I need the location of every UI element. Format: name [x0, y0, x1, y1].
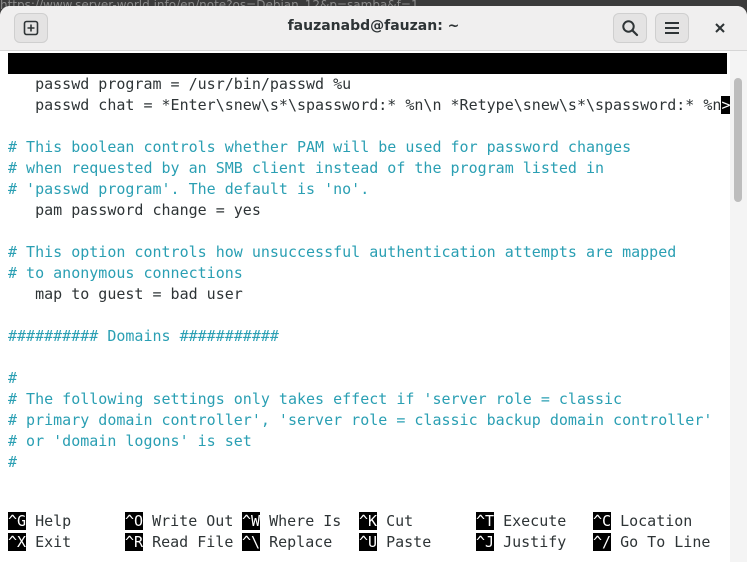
comment-line: #	[8, 452, 17, 473]
config-line: map to guest = bad user	[8, 284, 243, 305]
shortcut-label: Write Out	[143, 512, 234, 530]
scrollbar[interactable]	[730, 51, 747, 562]
nano-header-bar: GNU nano 7.2 /etc/samba/smb.conf *	[8, 53, 727, 114]
close-icon	[715, 23, 725, 33]
terminal-window: fauzanabd@fauzan: ~ GNU nano 7.2 /etc/sa…	[0, 6, 747, 562]
comment-line: ########## Domains ###########	[8, 326, 279, 347]
line-text: # This boolean controls whether PAM will…	[8, 138, 632, 156]
config-line: passwd chat = *Enter\snew\s*\spassword:*…	[8, 95, 731, 116]
search-button[interactable]	[613, 13, 647, 43]
line-text: #	[8, 369, 18, 387]
title-bar: fauzanabd@fauzan: ~	[0, 6, 747, 51]
comment-line: # 'passwd program'. The default is 'no'.	[8, 179, 369, 200]
line-text: # when requested by an SMB client instea…	[8, 159, 605, 177]
shortcut-replace[interactable]: ^\ Replace	[242, 532, 332, 553]
shortcut-key: ^X	[8, 533, 27, 551]
line-text: #	[8, 453, 18, 471]
comment-line: # This option controls how unsuccessful …	[8, 242, 676, 263]
line-text: # This option controls how unsuccessful …	[8, 243, 677, 261]
menu-button[interactable]	[655, 13, 689, 43]
shortcut-paste[interactable]: ^U Paste	[359, 532, 431, 553]
shortcut-key: ^W	[242, 512, 261, 530]
hamburger-menu-icon	[665, 22, 679, 34]
shortcut-help[interactable]: ^G Help	[8, 511, 71, 532]
shortcut-location[interactable]: ^C Location	[593, 511, 692, 532]
shortcut-key: ^K	[359, 512, 378, 530]
shortcut-go-to-line[interactable]: ^/ Go To Line	[593, 532, 710, 553]
shortcut-label: Replace	[260, 533, 333, 551]
line-text: ########## Domains ###########	[8, 327, 279, 345]
shortcut-execute[interactable]: ^T Execute	[476, 511, 566, 532]
shortcut-label: Paste	[377, 533, 432, 551]
shortcut-where-is[interactable]: ^W Where Is	[242, 511, 341, 532]
close-button[interactable]	[703, 13, 737, 43]
line-text: # or 'domain logons' is set	[8, 432, 252, 450]
line-text: passwd chat = *Enter\snew\s*\spassword:*…	[8, 96, 722, 114]
shortcut-key: ^G	[8, 512, 27, 530]
shortcut-label: Location	[611, 512, 693, 530]
config-line: pam password change = yes	[8, 200, 261, 221]
comment-line: # primary domain controller', 'server ro…	[8, 410, 712, 431]
shortcut-cut[interactable]: ^K Cut	[359, 511, 413, 532]
line-text: map to guest = bad user	[8, 285, 243, 303]
shortcut-key: ^/	[593, 533, 612, 551]
shortcut-label: Execute	[494, 512, 567, 530]
shortcut-label: Help	[26, 512, 72, 530]
line-text: # to anonymous connections	[8, 264, 243, 282]
shortcut-key: ^O	[125, 512, 144, 530]
line-text: # primary domain controller', 'server ro…	[8, 411, 713, 429]
shortcut-key: ^J	[476, 533, 495, 551]
shortcut-key: ^C	[593, 512, 612, 530]
shortcut-label: Exit	[26, 533, 72, 551]
shortcut-label: Read File	[143, 533, 234, 551]
shortcut-label: Cut	[377, 512, 414, 530]
comment-line: # or 'domain logons' is set	[8, 431, 252, 452]
line-text: # 'passwd program'. The default is 'no'.	[8, 180, 370, 198]
comment-line: # This boolean controls whether PAM will…	[8, 137, 631, 158]
shortcut-justify[interactable]: ^J Justify	[476, 532, 566, 553]
comment-line: #	[8, 368, 17, 389]
shortcut-key: ^T	[476, 512, 495, 530]
line-text: passwd program = /usr/bin/passwd %u	[8, 75, 352, 93]
line-text: # The following settings only takes effe…	[8, 390, 623, 408]
comment-line: # The following settings only takes effe…	[8, 389, 622, 410]
shortcut-write-out[interactable]: ^O Write Out	[125, 511, 233, 532]
shortcut-read-file[interactable]: ^R Read File	[125, 532, 233, 553]
search-icon	[622, 20, 639, 37]
shortcut-key: ^U	[359, 533, 378, 551]
comment-line: # to anonymous connections	[8, 263, 243, 284]
config-line: passwd program = /usr/bin/passwd %u	[8, 74, 351, 95]
shortcut-key: ^\	[242, 533, 261, 551]
line-text: pam password change = yes	[8, 201, 261, 219]
shortcut-label: Justify	[494, 533, 567, 551]
shortcut-label: Go To Line	[611, 533, 711, 551]
shortcut-key: ^R	[125, 533, 144, 551]
scrollbar-thumb[interactable]	[734, 78, 742, 202]
shortcut-exit[interactable]: ^X Exit	[8, 532, 71, 553]
terminal-content[interactable]: GNU nano 7.2 /etc/samba/smb.conf * passw…	[8, 51, 731, 562]
shortcut-label: Where Is	[260, 512, 342, 530]
comment-line: # when requested by an SMB client instea…	[8, 158, 604, 179]
